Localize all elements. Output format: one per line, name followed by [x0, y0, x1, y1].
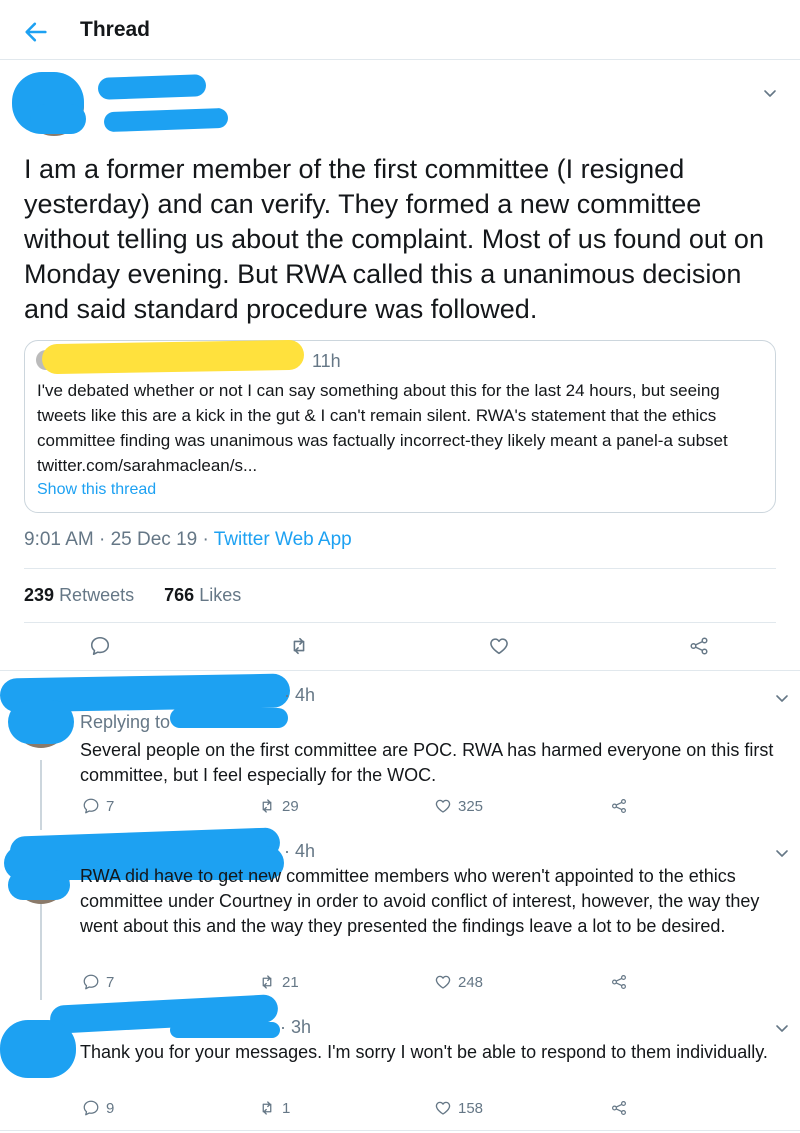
reply-count: 7: [106, 797, 115, 815]
redaction-scribble: [103, 107, 229, 133]
reply-count: 9: [106, 1099, 115, 1117]
share-icon: [612, 799, 626, 813]
retweet-count: 29: [282, 797, 299, 815]
retweet-count: 21: [282, 973, 299, 991]
reply-text: RWA did have to get new committee member…: [80, 866, 760, 936]
thread-line: [40, 900, 42, 1000]
share-button[interactable]: [610, 797, 628, 815]
share-button[interactable]: [610, 1099, 628, 1117]
like-label[interactable]: Likes: [199, 585, 241, 605]
reply-icon[interactable]: [89, 635, 111, 657]
share-icon[interactable]: [688, 635, 710, 657]
retweet-label[interactable]: Retweets: [59, 585, 134, 605]
retweet-icon[interactable]: [288, 635, 310, 657]
like-button[interactable]: 158: [434, 1099, 483, 1117]
like-button[interactable]: 248: [434, 973, 483, 991]
like-count: 248: [458, 973, 484, 991]
reply-icon: [83, 1100, 99, 1116]
retweet-count: 1: [282, 1099, 291, 1117]
retweet-button[interactable]: 21: [258, 973, 299, 991]
tweet-stats: 239 Retweets 766 Likes: [24, 585, 241, 606]
reply-time: · 4h: [284, 685, 316, 705]
divider: [24, 568, 776, 569]
chevron-down-icon[interactable]: [774, 1020, 790, 1036]
share-icon: [612, 975, 626, 989]
divider: [24, 622, 776, 623]
retweet-icon: [262, 975, 272, 989]
thread-line: [40, 760, 42, 830]
divider: [0, 670, 800, 671]
page-title: Thread: [80, 18, 151, 41]
quoted-text: I've debated whether or not I can say so…: [37, 381, 728, 475]
chevron-down-icon[interactable]: [762, 85, 778, 101]
reply-button[interactable]: 7: [82, 973, 114, 991]
reply-time: · 4h: [284, 841, 316, 861]
tweet-text: I am a former member of the first commit…: [24, 154, 764, 324]
tweet-source-app[interactable]: Twitter Web App: [214, 529, 352, 550]
thread-header: Thread: [0, 0, 800, 60]
heart-icon[interactable]: [488, 635, 510, 657]
heart-icon: [435, 799, 451, 813]
share-icon: [612, 1101, 626, 1115]
reply-icon: [83, 798, 99, 814]
reply-text: Several people on the first committee ar…: [80, 740, 774, 785]
reply-count: 7: [106, 973, 115, 991]
redaction-scribble: [170, 1022, 280, 1038]
quoted-time: 11h: [312, 351, 341, 371]
retweet-button[interactable]: 29: [258, 797, 299, 815]
chevron-down-icon[interactable]: [774, 690, 790, 706]
like-button[interactable]: 325: [434, 797, 483, 815]
show-thread-link[interactable]: Show this thread: [37, 481, 156, 499]
redaction-scribble: [30, 104, 86, 134]
redaction-scribble: [8, 870, 70, 900]
retweet-count[interactable]: 239: [24, 585, 54, 605]
back-arrow-icon[interactable]: [22, 18, 50, 46]
retweet-icon: [262, 1101, 272, 1115]
share-button[interactable]: [610, 973, 628, 991]
like-count: 325: [458, 797, 484, 815]
redaction-scribble: [170, 708, 288, 728]
replying-to: Replying to: [80, 712, 171, 732]
retweet-icon: [262, 799, 272, 813]
reply-button[interactable]: 9: [82, 1099, 114, 1117]
tweet-meta: 9:01 AM · 25 Dec 19 · Twitter Web App: [24, 529, 352, 551]
redaction-scribble: [97, 74, 207, 100]
redaction-scribble: [41, 339, 305, 375]
chevron-down-icon[interactable]: [774, 845, 790, 861]
redaction-scribble: [0, 1020, 76, 1078]
tweet-timestamp: 9:01 AM · 25 Dec 19 ·: [24, 529, 214, 550]
like-count: 158: [458, 1099, 484, 1117]
heart-icon: [435, 1101, 451, 1115]
reply-text: Thank you for your messages. I'm sorry I…: [80, 1042, 768, 1062]
retweet-button[interactable]: 1: [258, 1099, 290, 1117]
reply-time: · 3h: [280, 1017, 312, 1037]
redaction-scribble: [8, 700, 74, 744]
like-count[interactable]: 766: [164, 585, 194, 605]
reply-icon: [83, 974, 99, 990]
reply-button[interactable]: 7: [82, 797, 114, 815]
divider: [0, 1130, 800, 1131]
heart-icon: [435, 975, 451, 989]
